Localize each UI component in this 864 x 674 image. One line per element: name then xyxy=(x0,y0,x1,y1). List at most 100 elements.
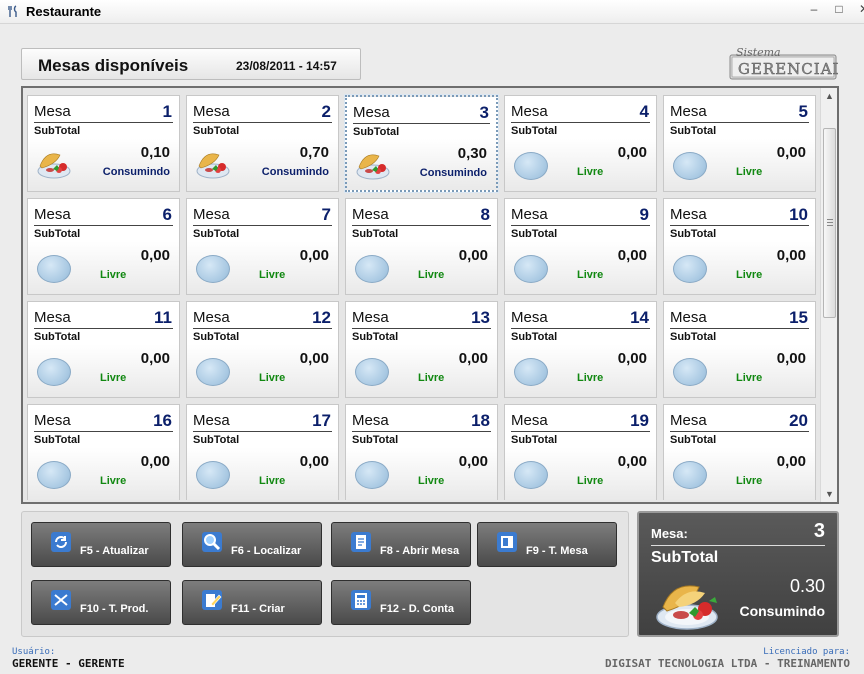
table-card-7[interactable]: Mesa 7 SubTotal 0,00 Livre xyxy=(186,198,339,295)
table-divider xyxy=(193,431,332,432)
table-divider xyxy=(670,225,809,226)
table-card-17[interactable]: Mesa 17 SubTotal 0,00 Livre xyxy=(186,404,339,500)
food-plate-icon xyxy=(656,585,718,630)
table-subtotal-value: 0,00 xyxy=(458,350,488,367)
fkey-button-f12[interactable]: F12 - D. Conta xyxy=(331,580,471,625)
table-status: Livre xyxy=(736,475,763,487)
table-card-2[interactable]: Mesa 2 SubTotal 0,70 Consumindo xyxy=(186,95,339,192)
transfer-product-icon xyxy=(51,590,71,610)
table-card-9[interactable]: Mesa 9 SubTotal 0,00 Livre xyxy=(504,198,657,295)
table-subtotal-label: SubTotal xyxy=(670,434,717,446)
table-divider xyxy=(353,123,490,124)
table-subtotal-value: 0,00 xyxy=(299,350,329,367)
tables-grid: Mesa 1 SubTotal 0,10 Consumindo Mesa 2 SubTotal… xyxy=(21,86,839,504)
table-subtotal-label: SubTotal xyxy=(511,125,558,137)
license-label: Licenciado para: xyxy=(763,647,850,657)
table-card-20[interactable]: Mesa 20 SubTotal 0,00 Livre xyxy=(663,404,816,500)
table-card-12[interactable]: Mesa 12 SubTotal 0,00 Livre xyxy=(186,301,339,398)
table-card-18[interactable]: Mesa 18 SubTotal 0,00 Livre xyxy=(345,404,498,500)
table-subtotal-value: 0,00 xyxy=(458,453,488,470)
app-icon xyxy=(8,5,17,17)
scroll-thumb[interactable] xyxy=(823,128,836,318)
table-status: Livre xyxy=(577,269,604,281)
empty-plate-icon xyxy=(37,358,71,386)
table-subtotal-label: SubTotal xyxy=(670,125,717,137)
table-subtotal-label: SubTotal xyxy=(352,434,399,446)
empty-plate-icon xyxy=(673,358,707,386)
table-subtotal-label: SubTotal xyxy=(193,434,240,446)
table-subtotal-value: 0,00 xyxy=(776,144,806,161)
scroll-down-arrow-icon[interactable]: ▼ xyxy=(821,486,837,502)
datetime-label: 23/08/2011 - 14:57 xyxy=(236,59,337,73)
table-number: 5 xyxy=(798,102,808,121)
table-divider xyxy=(670,122,809,123)
table-card-1[interactable]: Mesa 1 SubTotal 0,10 Consumindo xyxy=(27,95,180,192)
table-card-5[interactable]: Mesa 5 SubTotal 0,00 Livre xyxy=(663,95,816,192)
table-number: 14 xyxy=(630,308,649,327)
table-card-11[interactable]: Mesa 11 SubTotal 0,00 Livre xyxy=(27,301,180,398)
close-button[interactable]: ✕ xyxy=(851,0,864,20)
table-card-8[interactable]: Mesa 8 SubTotal 0,00 Livre xyxy=(345,198,498,295)
table-divider xyxy=(352,328,491,329)
fkey-button-f6[interactable]: F6 - Localizar xyxy=(182,522,322,567)
fkey-button-f9[interactable]: F9 - T. Mesa xyxy=(477,522,617,567)
fkey-button-f11[interactable]: F11 - Criar xyxy=(182,580,322,625)
table-subtotal-label: SubTotal xyxy=(193,125,240,137)
fkey-button-f5[interactable]: F5 - Atualizar xyxy=(31,522,171,567)
transfer-table-icon xyxy=(497,532,517,552)
fkey-button-f8[interactable]: F8 - Abrir Mesa xyxy=(331,522,471,567)
table-divider xyxy=(193,122,332,123)
fkey-label: F6 - Localizar xyxy=(231,545,302,557)
table-status: Livre xyxy=(736,372,763,384)
table-status: Livre xyxy=(736,269,763,281)
table-card-10[interactable]: Mesa 10 SubTotal 0,00 Livre xyxy=(663,198,816,295)
table-subtotal-value: 0,00 xyxy=(776,350,806,367)
empty-plate-icon xyxy=(514,152,548,180)
table-card-4[interactable]: Mesa 4 SubTotal 0,00 Livre xyxy=(504,95,657,192)
table-divider xyxy=(511,431,650,432)
table-subtotal-value: 0,00 xyxy=(140,247,170,264)
table-card-13[interactable]: Mesa 13 SubTotal 0,00 Livre xyxy=(345,301,498,398)
summary-status: Consumindo xyxy=(739,603,825,619)
fkey-button-f10[interactable]: F10 - T. Prod. xyxy=(31,580,171,625)
table-label: Mesa xyxy=(193,103,230,120)
food-plate-icon xyxy=(196,153,230,179)
function-keys-panel: F5 - Atualizar F6 - Localizar F8 - Abrir M… xyxy=(21,511,629,637)
user-label: Usuário: xyxy=(12,647,56,657)
table-card-3[interactable]: Mesa 3 SubTotal 0,30 Consumindo xyxy=(344,94,499,193)
summary-mesa-number: 3 xyxy=(813,520,825,542)
table-divider xyxy=(352,431,491,432)
maximize-button[interactable]: □ xyxy=(826,0,852,20)
table-divider xyxy=(352,225,491,226)
table-subtotal-value: 0,00 xyxy=(458,247,488,264)
table-status: Consumindo xyxy=(102,166,170,178)
table-status: Livre xyxy=(577,372,604,384)
table-subtotal-value: 0,00 xyxy=(776,247,806,264)
food-plate-icon xyxy=(37,153,71,179)
table-subtotal-value: 0,00 xyxy=(776,453,806,470)
table-number: 15 xyxy=(789,308,808,327)
table-subtotal-label: SubTotal xyxy=(34,228,81,240)
empty-plate-icon xyxy=(196,255,230,283)
table-number: 9 xyxy=(639,205,649,224)
table-label: Mesa xyxy=(34,206,71,223)
table-status: Livre xyxy=(418,475,445,487)
empty-plate-icon xyxy=(37,461,71,489)
table-subtotal-value: 0,00 xyxy=(617,247,647,264)
scroll-up-arrow-icon[interactable]: ▲ xyxy=(821,88,837,104)
empty-plate-icon xyxy=(355,358,389,386)
table-card-19[interactable]: Mesa 19 SubTotal 0,00 Livre xyxy=(504,404,657,500)
magnifier-icon xyxy=(202,532,222,552)
table-card-14[interactable]: Mesa 14 SubTotal 0,00 Livre xyxy=(504,301,657,398)
create-edit-icon xyxy=(202,590,222,610)
fkey-label: F12 - D. Conta xyxy=(380,603,454,615)
table-card-15[interactable]: Mesa 15 SubTotal 0,00 Livre xyxy=(663,301,816,398)
table-status: Livre xyxy=(736,166,763,178)
grid-scrollbar[interactable]: ▲ ▼ xyxy=(820,88,837,502)
table-number: 2 xyxy=(321,102,331,121)
table-subtotal-value: 0,00 xyxy=(617,453,647,470)
table-label: Mesa xyxy=(670,206,707,223)
table-card-16[interactable]: Mesa 16 SubTotal 0,00 Livre xyxy=(27,404,180,500)
minimize-button[interactable]: – xyxy=(801,0,827,20)
table-card-6[interactable]: Mesa 6 SubTotal 0,00 Livre xyxy=(27,198,180,295)
